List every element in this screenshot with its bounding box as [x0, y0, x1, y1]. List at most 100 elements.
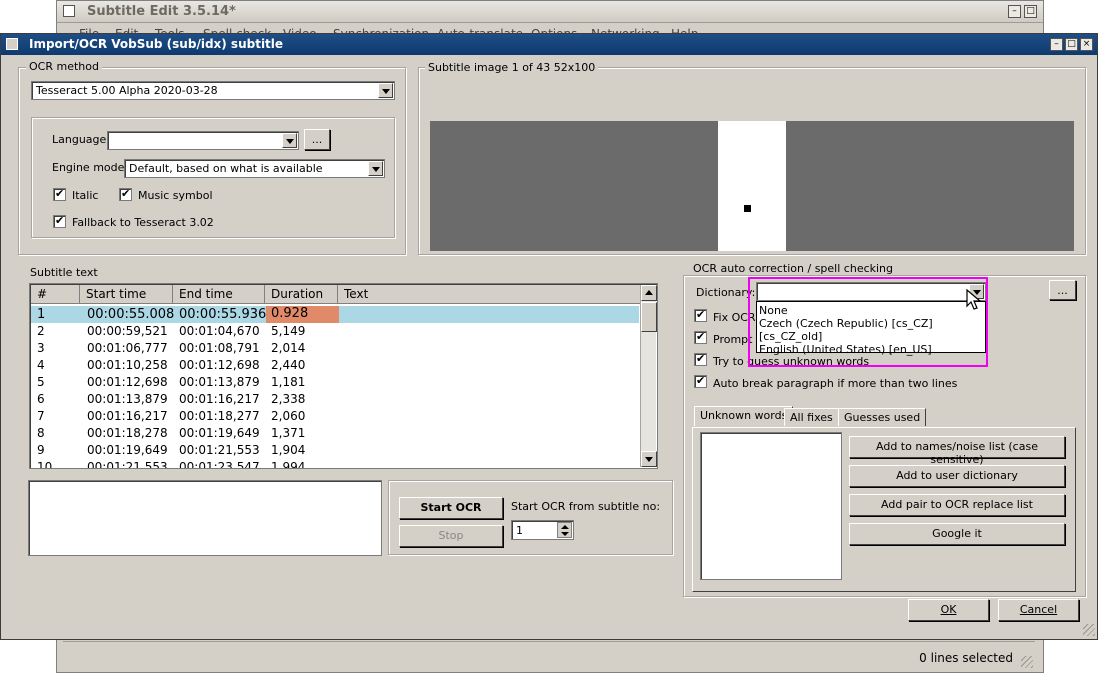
table-row[interactable]: 3 00:01:06,777 00:01:08,791 2,014	[31, 340, 639, 357]
cell-start: 00:01:21,553	[87, 460, 168, 469]
table-row[interactable]: 9 00:01:19,649 00:01:21,553 1,904	[31, 442, 639, 459]
dictionary-browse-button[interactable]: ...	[1049, 280, 1076, 300]
cell-num: 7	[37, 409, 45, 423]
table-scrollbar[interactable]	[640, 285, 657, 467]
chevron-down-icon[interactable]	[282, 133, 297, 148]
dialog-close-icon[interactable]: ×	[1080, 38, 1093, 51]
cell-end: 00:01:16,217	[179, 392, 260, 406]
prompt-checkbox[interactable]	[694, 330, 707, 344]
cell-duration: 1,904	[271, 443, 306, 457]
tab-all-fixes[interactable]: All fixes	[784, 408, 839, 426]
spinner-arrows-icon[interactable]	[557, 522, 572, 538]
language-combo[interactable]	[107, 131, 299, 150]
cell-end: 00:01:12,698	[179, 358, 260, 372]
cell-end: 00:01:13,879	[179, 375, 260, 389]
subtitle-image-preview	[430, 121, 1074, 251]
table-row[interactable]: 6 00:01:13,879 00:01:16,217 2,338	[31, 391, 639, 408]
dialog-title: Import/OCR VobSub (sub/idx) subtitle	[29, 37, 284, 51]
start-from-spinner[interactable]: 1	[511, 520, 574, 540]
unknown-words-list[interactable]	[700, 432, 842, 580]
bg-titlebar: Subtitle Edit 3.5.14* – □	[57, 1, 1043, 23]
ok-button[interactable]: OK	[908, 599, 989, 621]
table-row[interactable]: 1 00:00:55.008 00:00:55.936 0.928	[31, 306, 639, 323]
cell-end: 00:01:21,553	[179, 443, 260, 457]
cell-duration: 2,014	[271, 341, 306, 355]
subtitle-text-label: Subtitle text	[30, 266, 98, 279]
add-names-noise-button[interactable]: Add to names/noise list (case sensitive)	[849, 436, 1065, 466]
start-from-label: Start OCR from subtitle no:	[511, 500, 661, 513]
dialog-titlebar[interactable]: Import/OCR VobSub (sub/idx) subtitle – □…	[1, 34, 1097, 55]
subtitle-table[interactable]: # Start time End time Duration Text 1 00:…	[29, 283, 658, 469]
italic-checkbox[interactable]	[53, 187, 66, 201]
cell-duration: 2,060	[271, 409, 306, 423]
cell-end: 00:01:19,649	[179, 426, 260, 440]
cell-end: 00:01:18,277	[179, 409, 260, 423]
dialog-maximize-icon[interactable]: □	[1065, 38, 1078, 51]
table-row[interactable]: 8 00:01:18,278 00:01:19,649 1,371	[31, 425, 639, 442]
cell-start: 00:01:12,698	[87, 375, 168, 389]
cell-num: 2	[37, 324, 45, 338]
cell-start: 00:01:10,258	[87, 358, 168, 372]
dictionary-label: Dictionary:	[696, 286, 756, 299]
table-row[interactable]: 10 00:01:21,553 00:01:23,547 1,994	[31, 459, 639, 469]
bg-resize-grip[interactable]	[1021, 656, 1033, 668]
scroll-up-icon[interactable]	[641, 285, 657, 301]
start-ocr-button[interactable]: Start OCR	[399, 497, 503, 519]
add-ocr-replace-pair-button[interactable]: Add pair to OCR replace list	[849, 494, 1065, 516]
column-header-num[interactable]: #	[31, 285, 80, 304]
bg-minimize-icon[interactable]: –	[1008, 5, 1021, 18]
cancel-button[interactable]: Cancel	[998, 599, 1079, 621]
table-row[interactable]: 7 00:01:16,217 00:01:18,277 2,060	[31, 408, 639, 425]
music-symbol-checkbox[interactable]	[119, 187, 132, 201]
dialog-resize-grip[interactable]	[1083, 624, 1095, 636]
annotation-highlight-box	[748, 277, 988, 367]
language-label: Language	[52, 133, 107, 146]
fallback-checkbox[interactable]	[53, 214, 66, 228]
chevron-down-icon[interactable]	[368, 161, 383, 176]
cell-duration: 2,338	[271, 392, 306, 406]
cell-duration: 2,440	[271, 358, 306, 372]
cell-duration: 1,371	[271, 426, 306, 440]
auto-break-checkbox[interactable]	[694, 374, 707, 388]
scroll-thumb[interactable]	[641, 302, 657, 332]
engine-mode-label: Engine mode	[52, 161, 125, 174]
fix-ocr-checkbox[interactable]	[694, 308, 707, 322]
cell-duration: 1,994	[271, 460, 306, 469]
tab-unknown-words[interactable]: Unknown words	[694, 406, 794, 426]
dialog-minimize-icon[interactable]: –	[1050, 38, 1063, 51]
cell-num: 1	[37, 307, 46, 322]
tab-guesses-used[interactable]: Guesses used	[838, 408, 927, 426]
chevron-down-icon[interactable]	[378, 83, 393, 98]
scroll-down-icon[interactable]	[641, 451, 657, 467]
bg-maximize-icon[interactable]: □	[1024, 5, 1037, 18]
subtitle-bitmap	[718, 121, 786, 251]
cell-duration: 5,149	[271, 324, 306, 338]
column-header-start[interactable]: Start time	[80, 285, 173, 304]
guess-words-checkbox[interactable]	[694, 352, 707, 366]
cell-end: 00:01:04,670	[179, 324, 260, 338]
dialog-system-menu-icon[interactable]	[6, 38, 18, 50]
engine-mode-combo[interactable]: Default, based on what is available	[124, 159, 385, 178]
bg-system-menu-icon[interactable]	[63, 5, 75, 17]
cell-num: 8	[37, 426, 45, 440]
ocr-correction-label: OCR auto correction / spell checking	[690, 262, 897, 275]
ocr-engine-combo[interactable]: Tesseract 5.00 Alpha 2020-03-28	[31, 81, 395, 100]
cell-start: 00:01:06,777	[87, 341, 168, 355]
auto-break-label: Auto break paragraph if more than two li…	[713, 377, 958, 390]
table-row[interactable]: 2 00:00:59,521 00:01:04,670 5,149	[31, 323, 639, 340]
add-user-dictionary-button[interactable]: Add to user dictionary	[849, 465, 1065, 487]
ocr-result-textbox[interactable]	[28, 480, 382, 556]
cell-start: 00:01:18,278	[87, 426, 168, 440]
cell-start: 00:00:55.008	[87, 307, 175, 322]
column-header-text[interactable]: Text	[338, 285, 640, 304]
bg-window-title: Subtitle Edit 3.5.14*	[87, 4, 236, 19]
cell-num: 9	[37, 443, 45, 457]
table-row[interactable]: 4 00:01:10,258 00:01:12,698 2,440	[31, 357, 639, 374]
language-browse-button[interactable]: ...	[304, 129, 330, 150]
column-header-duration[interactable]: Duration	[265, 285, 338, 304]
lines-selected-status: 0 lines selected	[919, 651, 1013, 665]
table-row[interactable]: 5 00:01:12,698 00:01:13,879 1,181	[31, 374, 639, 391]
column-header-end[interactable]: End time	[173, 285, 265, 304]
google-it-button[interactable]: Google it	[849, 523, 1065, 545]
cell-num: 10	[37, 460, 53, 469]
